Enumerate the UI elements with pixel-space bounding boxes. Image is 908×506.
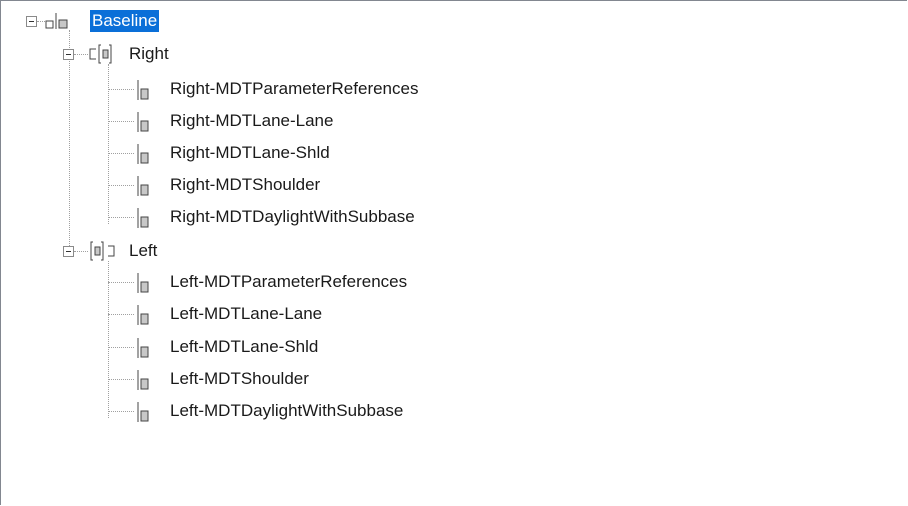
subassembly-icon [137,144,149,164]
region-right-icon [89,44,112,64]
collapse-toggle[interactable] [63,246,74,257]
tree-connector [37,21,45,22]
tree-connector [108,185,134,186]
tree-node-label[interactable]: Right-MDTParameterReferences [170,78,418,100]
tree-connector [74,54,88,55]
tree-node-label[interactable]: Left-MDTShoulder [170,368,309,390]
tree-node-label[interactable]: Baseline [90,10,160,32]
tree-connector [108,64,109,224]
baseline-icon [45,13,68,29]
tree-connector [108,121,134,122]
tree-connector [108,217,134,218]
tree-node-label[interactable]: Right-MDTDaylightWithSubbase [170,206,415,228]
tree-node-label[interactable]: Left-MDTLane-Shld [170,336,318,358]
assembly-tree-panel: Baseline Right Right-MDTParameterReferen… [0,0,907,505]
tree-node-label[interactable]: Right [129,43,169,65]
tree-connector [108,282,134,283]
tree-connector [108,379,134,380]
subassembly-icon [137,176,149,196]
tree-connector [108,89,134,90]
collapse-toggle[interactable] [63,49,74,60]
tree-node-label[interactable]: Left [129,240,157,262]
assembly-tree[interactable]: Baseline Right Right-MDTParameterReferen… [1,1,907,505]
tree-connector [69,30,70,252]
tree-node-label[interactable]: Left-MDTLane-Lane [170,303,322,325]
tree-connector [108,153,134,154]
collapse-toggle[interactable] [26,16,37,27]
tree-node-label[interactable]: Right-MDTLane-Shld [170,142,330,164]
subassembly-icon [137,112,149,132]
subassembly-icon [137,370,149,390]
subassembly-icon [137,305,149,325]
region-left-icon [90,241,115,261]
tree-node-label[interactable]: Left-MDTParameterReferences [170,271,407,293]
tree-connector [108,314,134,315]
tree-connector [108,411,134,412]
tree-connector [108,347,134,348]
tree-node-label[interactable]: Left-MDTDaylightWithSubbase [170,400,403,422]
tree-connector [74,251,88,252]
subassembly-icon [137,208,149,228]
subassembly-icon [137,402,149,422]
tree-connector [108,261,109,418]
tree-node-label[interactable]: Right-MDTLane-Lane [170,110,333,132]
subassembly-icon [137,80,149,100]
tree-node-label[interactable]: Right-MDTShoulder [170,174,320,196]
subassembly-icon [137,338,149,358]
subassembly-icon [137,273,149,293]
